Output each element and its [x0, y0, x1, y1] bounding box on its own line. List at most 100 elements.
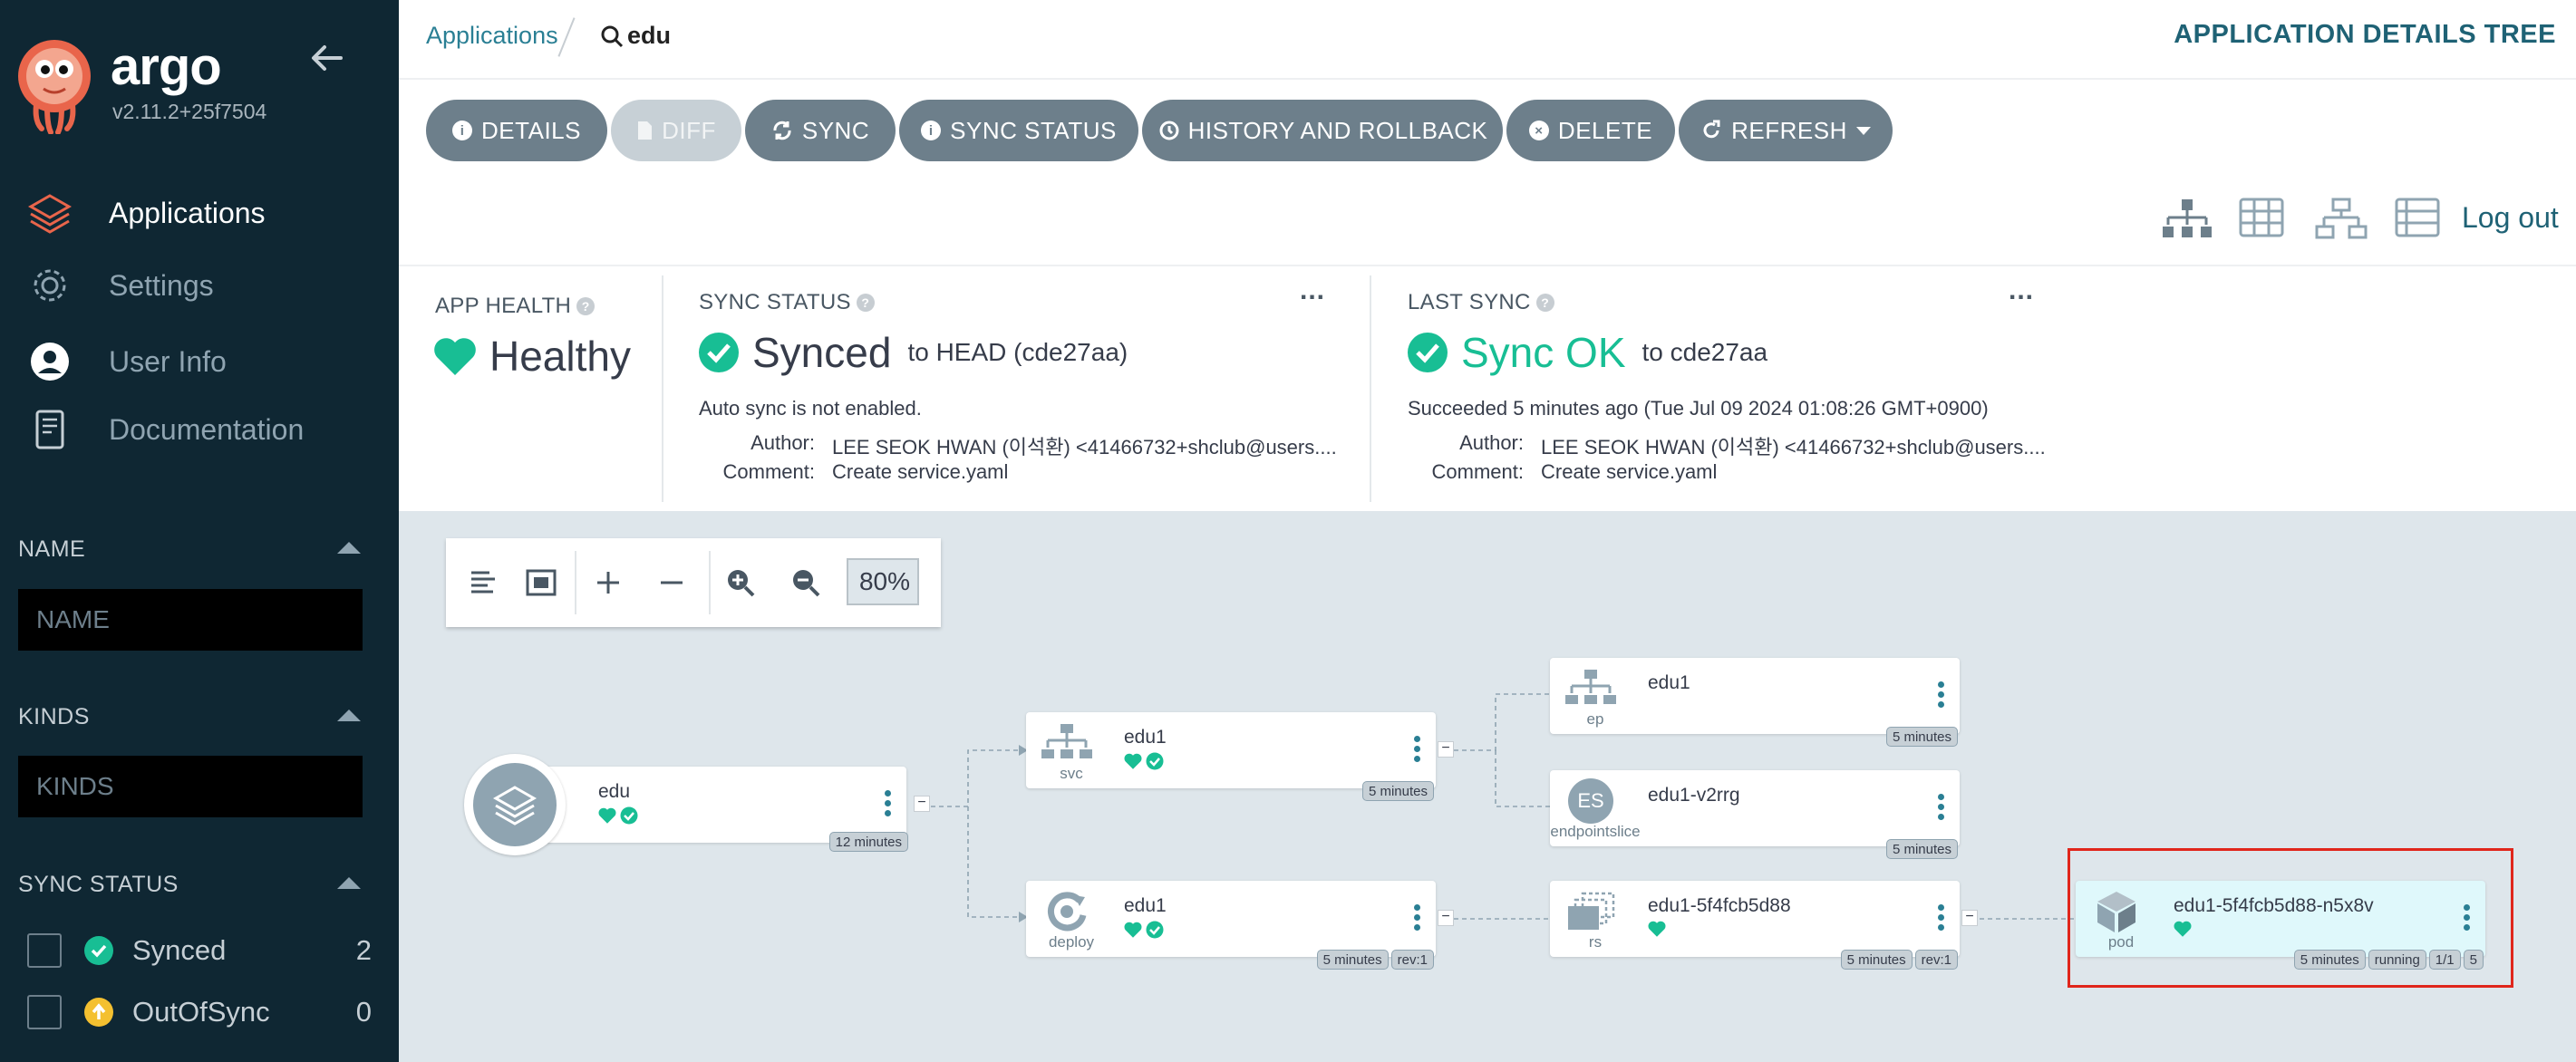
- revision-tag: rev:1: [1390, 950, 1434, 970]
- nav-settings[interactable]: Settings: [0, 254, 399, 317]
- nav-label: Documentation: [109, 412, 305, 446]
- diff-button[interactable]: DIFF: [611, 100, 741, 161]
- breadcrumb-applications[interactable]: Applications: [426, 22, 558, 50]
- app-node[interactable]: edu 12 minutes −: [464, 754, 930, 855]
- app-name: argo: [111, 37, 222, 96]
- node-kind: pod: [2107, 933, 2135, 951]
- node-menu-icon[interactable]: [1938, 681, 1945, 710]
- help-icon[interactable]: ?: [856, 294, 875, 312]
- node-tags: 5 minutes rev:1: [1316, 950, 1434, 970]
- last-sync-text: Sync OK: [1461, 329, 1626, 376]
- caret-up-icon[interactable]: [337, 877, 361, 889]
- revision-tag: rev:1: [1914, 950, 1958, 970]
- pod-node[interactable]: pod edu1-5f4fcb5d88-n5x8v 5 minutes runn…: [2076, 881, 2485, 970]
- replicaset-node[interactable]: rs edu1-5f4fcb5d88 5 minutes rev:1 −: [1550, 881, 1978, 970]
- endpoints-icon: [1559, 663, 1622, 714]
- outofsync-checkbox[interactable]: [27, 995, 62, 1029]
- nav-label: User Info: [109, 344, 227, 378]
- synced-checkbox[interactable]: [27, 933, 62, 968]
- deploy-node[interactable]: deploy edu1 5 minutes rev:1 −: [1026, 881, 1454, 970]
- heart-icon: [1648, 921, 1666, 937]
- sync-status-more-button[interactable]: ...: [1300, 275, 1325, 306]
- deployment-icon: [1035, 886, 1099, 937]
- nav-documentation[interactable]: Documentation: [0, 398, 399, 461]
- breadcrumb-current[interactable]: edu: [600, 22, 671, 50]
- sync-status-filter-header: SYNC STATUS: [18, 872, 179, 897]
- app-health-label: APP HEALTH ?: [435, 294, 596, 319]
- node-tags: 12 minutes: [828, 832, 908, 852]
- heart-icon: [1124, 922, 1142, 938]
- delete-button[interactable]: × DELETE: [1506, 100, 1675, 161]
- help-icon[interactable]: ?: [576, 297, 596, 315]
- button-label: DETAILS: [481, 116, 581, 144]
- collapse-node-button[interactable]: −: [1961, 910, 1978, 926]
- age-tag: 5 minutes: [2293, 950, 2366, 970]
- network-view-icon[interactable]: [2315, 198, 2368, 243]
- sync-status-button[interactable]: i SYNC STATUS: [899, 100, 1138, 161]
- health-status-text: Healthy: [489, 333, 631, 380]
- last-sync-more-button[interactable]: ...: [2009, 275, 2034, 306]
- logout-link[interactable]: Log out: [2462, 201, 2559, 235]
- node-menu-icon[interactable]: [1938, 794, 1945, 823]
- sync-button[interactable]: SYNC: [745, 100, 896, 161]
- comment-key: Comment:: [722, 460, 815, 483]
- arrow-up-circle-icon: [84, 998, 113, 1027]
- kinds-filter-input[interactable]: [18, 756, 363, 817]
- author-value: LEE SEOK HWAN (이석환) <41466732+shclub@use…: [1541, 436, 2046, 459]
- nav-applications[interactable]: Applications: [0, 181, 399, 245]
- grid-view-icon[interactable]: [2239, 198, 2291, 243]
- es-badge: ES: [1568, 778, 1613, 824]
- last-sync-time: Succeeded 5 minutes ago (Tue Jul 09 2024…: [1408, 397, 1989, 420]
- heart-icon: [2174, 921, 2192, 937]
- node-status: [1124, 752, 1164, 770]
- collapse-node-button[interactable]: −: [1438, 910, 1454, 926]
- history-rollback-button[interactable]: HISTORY AND ROLLBACK: [1142, 100, 1503, 161]
- collapse-sidebar-button[interactable]: [306, 40, 352, 76]
- endpoints-node[interactable]: ep edu1 5 minutes: [1550, 658, 1960, 747]
- caret-up-icon[interactable]: [337, 542, 361, 554]
- check-circle-icon: [84, 936, 113, 965]
- collapse-node-button[interactable]: −: [1438, 741, 1454, 758]
- tree-view-icon[interactable]: [2161, 198, 2213, 243]
- check-circle-icon: [1146, 921, 1164, 939]
- sync-filter-synced[interactable]: Synced 2: [27, 928, 372, 973]
- info-icon: i: [452, 121, 473, 140]
- node-tags: 5 minutes running 1/1 5: [2293, 950, 2484, 970]
- layers-icon: [473, 763, 557, 846]
- node-name: edu1: [1124, 895, 1167, 916]
- sync-filter-outofsync[interactable]: OutOfSync 0: [27, 990, 372, 1035]
- list-view-icon[interactable]: [2395, 198, 2447, 243]
- heart-icon: [434, 338, 476, 375]
- node-tags: 5 minutes: [1361, 781, 1434, 801]
- sync-status-text: Synced: [752, 329, 892, 376]
- details-button[interactable]: i DETAILS: [426, 100, 607, 161]
- page-title: APPLICATION DETAILS TREE: [2174, 20, 2556, 49]
- name-filter-input[interactable]: [18, 589, 363, 651]
- collapse-node-button[interactable]: −: [914, 796, 930, 812]
- check-circle-icon: [1146, 752, 1164, 770]
- node-menu-icon[interactable]: [1414, 736, 1421, 765]
- age-tag: 5 minutes: [1885, 839, 1958, 859]
- last-sync-label: LAST SYNC ?: [1408, 290, 1554, 315]
- node-name: edu1: [1124, 727, 1167, 748]
- check-circle-icon: [1408, 333, 1448, 372]
- nav-label: Settings: [109, 268, 214, 302]
- node-menu-icon[interactable]: [1938, 904, 1945, 933]
- refresh-button[interactable]: REFRESH: [1679, 100, 1893, 161]
- node-tags: 5 minutes: [1885, 839, 1958, 859]
- nav-user-info[interactable]: User Info: [0, 330, 399, 393]
- last-sync-title: LAST SYNC: [1408, 290, 1531, 314]
- divider: [1370, 275, 1371, 502]
- node-menu-icon[interactable]: [2464, 904, 2471, 933]
- node-menu-icon[interactable]: [1414, 904, 1421, 933]
- node-status: [2174, 921, 2192, 937]
- node-tags: 5 minutes: [1885, 727, 1958, 747]
- endpointslice-node[interactable]: ES endpointslice edu1-v2rrg 5 minutes: [1550, 770, 1960, 859]
- nav-label: Applications: [109, 196, 266, 229]
- node-kind: svc: [1060, 765, 1083, 782]
- caret-up-icon[interactable]: [337, 710, 361, 721]
- help-icon[interactable]: ?: [1535, 294, 1554, 312]
- node-tags: 5 minutes rev:1: [1840, 950, 1958, 970]
- svc-node[interactable]: svc edu1 5 minutes −: [1026, 712, 1454, 801]
- node-menu-icon[interactable]: [885, 790, 892, 819]
